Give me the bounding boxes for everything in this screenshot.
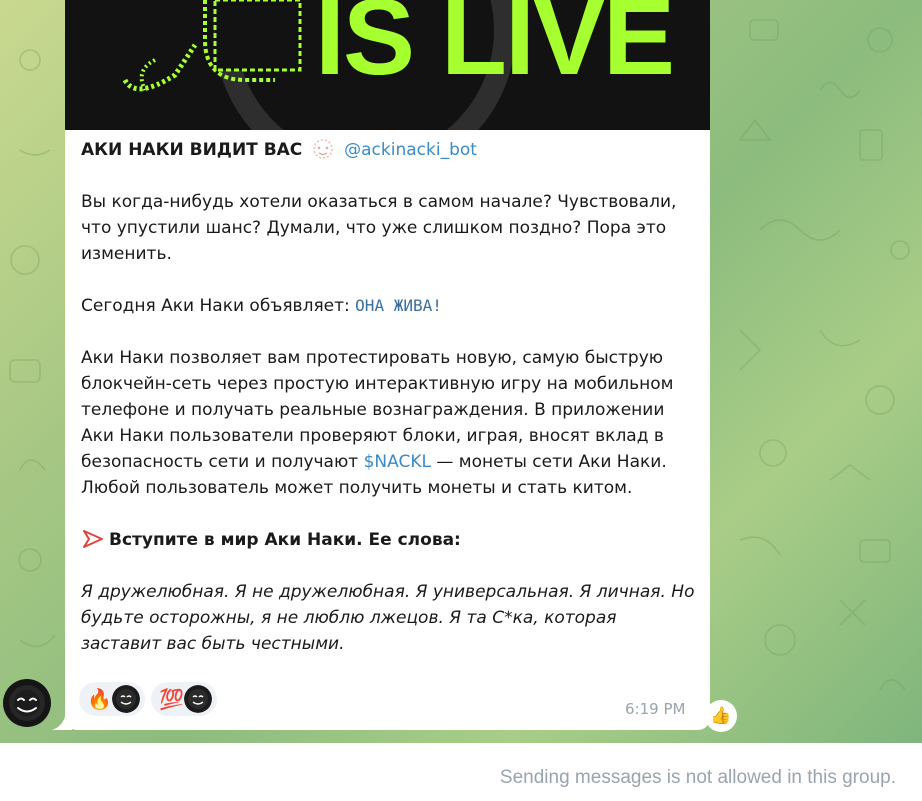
hundred-points-icon: 💯 [159,687,184,711]
paragraph-description: Аки Наки позволяет вам протестировать но… [81,345,701,501]
hero-title: IS LIVE [315,0,675,97]
chat-background: IS LIVE АКИ НАКИ ВИДИТ ВАС @ackinacki_bo… [0,0,922,743]
reactor-avatar [184,685,212,713]
message-timestamp: 6:19 PM [625,700,686,718]
message-title: АКИ НАКИ ВИДИТ ВАС [81,140,303,160]
reaction-hundred[interactable]: 💯 [151,682,217,716]
hero-image[interactable]: IS LIVE [65,0,710,130]
reaction-fire[interactable]: 🔥 [79,682,145,716]
posting-restricted-notice: Sending messages is not allowed in this … [499,767,896,788]
message-title-line: АКИ НАКИ ВИДИТ ВАС @ackinacki_bot [81,137,701,163]
sender-avatar[interactable] [3,679,51,727]
fire-icon: 🔥 [87,687,112,711]
reactor-avatar [112,685,140,713]
nackl-cashtag-link[interactable]: $NACKL [364,452,431,472]
quick-reaction-button[interactable]: 👍 [705,700,737,732]
chatbot-face-icon [310,139,336,159]
announcement-prefix: Сегодня Аки Наки объявляет: [81,296,356,316]
heading-text: Вступите в мир Аки Наки. Ее слова: [109,530,461,550]
announcement-code[interactable]: ОНА ЖИВА! [355,296,442,315]
paragraph-announcement: Сегодня Аки Наки объявляет: ОНА ЖИВА! [81,293,701,319]
thumbs-up-icon: 👍 [710,706,732,726]
message-text: АКИ НАКИ ВИДИТ ВАС @ackinacki_bot Вы ког… [81,134,701,657]
bot-mention-link[interactable]: @ackinacki_bot [344,140,477,160]
quote-paragraph: Я дружелюбная. Я не дружелюбная. Я униве… [81,582,695,654]
composer-footer: Sending messages is not allowed in this … [0,743,922,801]
paragraph-intro: Вы когда-нибудь хотели оказаться в самом… [81,192,677,264]
section-heading: Вступите в мир Аки Наки. Ее слова: [81,527,701,553]
play-arrow-icon [81,529,105,549]
message-bubble: IS LIVE АКИ НАКИ ВИДИТ ВАС @ackinacki_bo… [65,0,710,730]
